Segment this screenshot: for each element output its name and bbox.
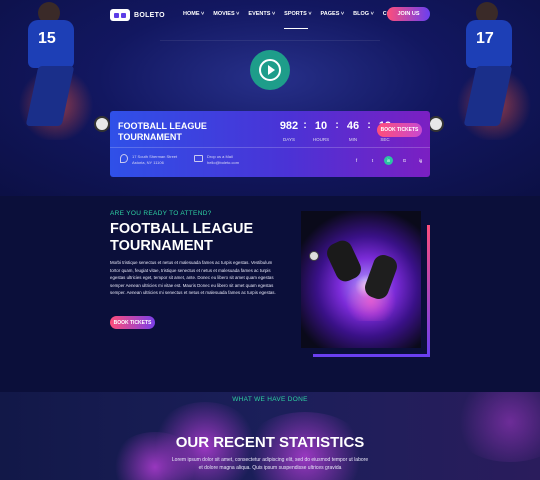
stats-description: Lorem ipsum dolor sit amet, consectetur … [171, 457, 369, 471]
minutes-label: MIN [348, 137, 358, 142]
about-description: Morbi tristique senectus et netus et mal… [110, 260, 276, 295]
book-tickets-button[interactable]: BOOK TICKETS [377, 123, 422, 137]
minutes-value: 46 [346, 120, 360, 132]
mail-info: Drop us a Mail hello@boleto.com [194, 154, 239, 165]
ticket-logo-icon [110, 9, 130, 21]
main-menu: HOME ˅ MOVIES ˅ EVENTS ˅ SPORTS ˅ PAGES ˅ BLO… [183, 11, 409, 29]
nav-item-blog[interactable]: BLOG ˅ [353, 11, 374, 17]
football-players-image [301, 211, 421, 348]
facebook-icon[interactable]: f [352, 156, 361, 165]
address-line-2: Astoria, NY 11106 [132, 159, 164, 165]
join-us-button[interactable]: JOIN US [387, 7, 430, 21]
days-value: 982 [279, 120, 299, 132]
football-icon [94, 116, 110, 132]
stats-subtitle: WHAT WE HAVE DONE [232, 396, 308, 403]
twitter-icon[interactable]: t [368, 156, 377, 165]
nav-item-sports[interactable]: SPORTS ˅ [284, 11, 312, 29]
mail-link[interactable]: hello@boleto.com [207, 160, 239, 166]
event-countdown-card: FOOTBALL LEAGUE TOURNAMENT 982 DAYS : 10 H… [110, 111, 430, 177]
football-icon [428, 116, 444, 132]
nav-item-label: PAGES [320, 11, 340, 17]
chevron-down-icon: ˅ [339, 11, 345, 17]
play-video-button[interactable] [250, 50, 290, 90]
location-pin-icon [120, 154, 128, 163]
nav-item-pages[interactable]: PAGES ˅ [321, 11, 345, 17]
social-links: f t in Gig [352, 156, 425, 165]
instagram-icon[interactable]: ig [416, 156, 425, 165]
nav-item-label: HOME [183, 11, 200, 17]
seconds-label: SEC [380, 137, 390, 142]
nav-item-label: EVENTS [248, 11, 271, 17]
hours-label: HOURS [312, 137, 330, 142]
chevron-down-icon: ˅ [199, 11, 205, 17]
nav-item-movies[interactable]: MOVIES ˅ [213, 11, 239, 17]
days-label: DAYS [283, 137, 295, 142]
football-icon [309, 251, 319, 261]
chevron-down-icon: ˅ [306, 11, 312, 17]
play-icon [267, 65, 275, 75]
logo[interactable]: BOLETO [110, 9, 165, 21]
pinterest-icon[interactable]: in [384, 156, 393, 165]
divider [110, 147, 430, 148]
nav-item-label: SPORTS [284, 11, 307, 17]
about-title: FOOTBALL LEAGUE TOURNAMENT [110, 221, 254, 254]
chevron-down-icon: ˅ [369, 11, 374, 17]
address-info: 17 South Sherman Street Astoria, NY 11106 [120, 154, 177, 165]
chevron-down-icon: ˅ [270, 11, 276, 17]
nav-item-home[interactable]: HOME ˅ [183, 11, 204, 17]
nav-item-label: BLOG [353, 11, 370, 17]
event-title: FOOTBALL LEAGUE TOURNAMENT [118, 121, 207, 142]
nav-item-events[interactable]: EVENTS ˅ [248, 11, 275, 17]
top-navigation: BOLETO HOME ˅ MOVIES ˅ EVENTS ˅ SPORTS ˅ PAG… [0, 0, 540, 30]
about-subtitle: ARE YOU READY TO ATTEND? [110, 210, 212, 217]
about-book-tickets-button[interactable]: BOOK TICKETS [110, 316, 155, 329]
statistics-section: WHAT WE HAVE DONE OUR RECENT STATISTICS … [0, 392, 540, 480]
google-icon[interactable]: G [400, 156, 409, 165]
address-line-1: 17 South Sherman Street [132, 154, 178, 159]
stats-title: OUR RECENT STATISTICS [175, 434, 365, 451]
hours-value: 10 [314, 120, 328, 132]
mail-icon [194, 155, 203, 162]
chevron-down-icon: ˅ [234, 11, 240, 17]
brand-name: BOLETO [134, 11, 165, 19]
nav-item-label: MOVIES [213, 11, 235, 17]
